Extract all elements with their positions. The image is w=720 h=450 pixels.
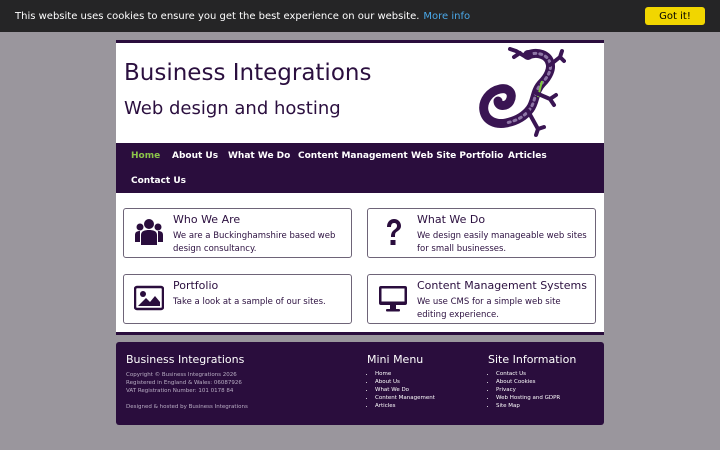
footer-link-web-hosting-gdpr[interactable]: Web Hosting and GDPR <box>496 394 560 402</box>
cookie-message: This website uses cookies to ensure you … <box>15 10 420 22</box>
card-description: We are a Buckinghamshire based web desig… <box>173 231 336 254</box>
main-navigation: Home About Us What We Do Content Managem… <box>116 143 604 193</box>
footer-link-content-management[interactable]: Content Management <box>375 394 435 402</box>
footer-site-info: Contact Us About Cookies Privacy Web Hos… <box>488 370 560 410</box>
footer-designed-by: Designed & hosted by Business Integratio… <box>126 404 248 410</box>
card-description: We design easily manageable web sites fo… <box>417 231 587 254</box>
card-description: We use CMS for a simple web site editing… <box>417 297 561 320</box>
page-container: Business Integrations Web design and hos… <box>116 40 604 335</box>
card-title: Portfolio <box>173 279 219 292</box>
cookie-more-info-link[interactable]: More info <box>423 11 470 22</box>
footer-link-about-us[interactable]: About Us <box>375 378 435 386</box>
footer-copyright: Copyright © Business Integrations 2026 <box>126 372 237 378</box>
footer-registration: Registered in England & Wales: 06087926 <box>126 380 242 386</box>
site-header: Business Integrations Web design and hos… <box>116 43 604 143</box>
card-title: Content Management Systems <box>417 279 587 292</box>
feature-cards: Who We Are We are a Buckinghamshire base… <box>116 193 604 332</box>
footer-link-what-we-do[interactable]: What We Do <box>375 386 435 394</box>
footer-link-privacy[interactable]: Privacy <box>496 386 560 394</box>
nav-item-articles[interactable]: Articles <box>508 151 547 161</box>
question-icon <box>387 219 401 245</box>
card-content-management-systems[interactable]: Content Management Systems We use CMS fo… <box>367 274 596 324</box>
nav-item-content-management[interactable]: Content Management <box>298 151 408 161</box>
footer-mini-menu-title: Mini Menu <box>367 353 424 366</box>
cookie-consent-bar: This website uses cookies to ensure you … <box>0 0 720 32</box>
footer-company-title: Business Integrations <box>126 353 245 366</box>
nav-item-web-site-portfolio[interactable]: Web Site Portfolio <box>411 151 503 161</box>
footer-link-site-map[interactable]: Site Map <box>496 402 560 410</box>
footer-mini-menu: Home About Us What We Do Content Managem… <box>367 370 435 410</box>
footer-link-home[interactable]: Home <box>375 370 435 378</box>
gecko-logo-icon[interactable] <box>476 47 566 139</box>
nav-item-contact-us[interactable]: Contact Us <box>131 176 186 186</box>
card-title: Who We Are <box>173 213 241 226</box>
footer-site-info-title: Site Information <box>488 353 577 366</box>
card-title: What We Do <box>417 213 486 226</box>
footer-link-articles[interactable]: Articles <box>375 402 435 410</box>
monitor-icon <box>379 286 407 312</box>
footer-link-about-cookies[interactable]: About Cookies <box>496 378 560 386</box>
cookie-accept-button[interactable]: Got it! <box>645 7 705 25</box>
site-title[interactable]: Business Integrations <box>124 60 371 86</box>
people-icon <box>135 219 163 245</box>
site-tagline: Web design and hosting <box>124 98 341 119</box>
footer-vat: VAT Registration Number: 101 0178 84 <box>126 388 234 394</box>
footer-link-contact-us[interactable]: Contact Us <box>496 370 560 378</box>
nav-item-what-we-do[interactable]: What We Do <box>228 151 290 161</box>
card-portfolio[interactable]: Portfolio Take a look at a sample of our… <box>123 274 352 324</box>
site-footer: Business Integrations Copyright © Busine… <box>116 342 604 425</box>
card-description: Take a look at a sample of our sites. <box>173 297 326 307</box>
card-who-we-are[interactable]: Who We Are We are a Buckinghamshire base… <box>123 208 352 258</box>
card-what-we-do[interactable]: What We Do We design easily manageable w… <box>367 208 596 258</box>
nav-item-home[interactable]: Home <box>131 151 160 161</box>
nav-item-about-us[interactable]: About Us <box>172 151 218 161</box>
image-icon <box>134 285 164 311</box>
